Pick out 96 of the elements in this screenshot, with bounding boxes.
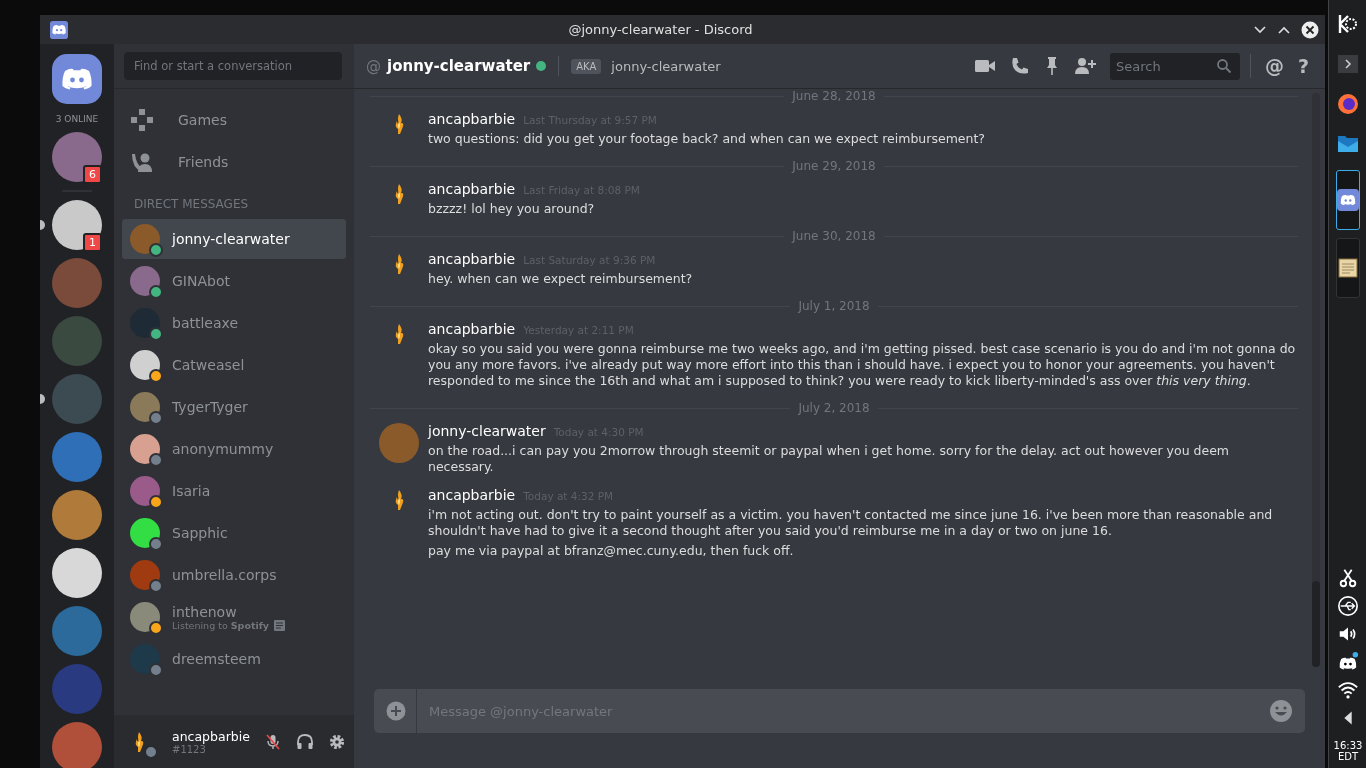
user-avatar <box>130 224 160 254</box>
mention-badge: 6 <box>83 165 102 184</box>
date-divider: July 2, 2018 <box>798 401 870 415</box>
section-heading: DIRECT MESSAGES <box>133 196 250 213</box>
search-field[interactable]: Find or start a conversation <box>124 52 342 80</box>
message-text: i'm not acting out. don't try to paint yourself as a victim. you haven't contacted me since june 16. i've been more than reasonable and shouldn't have had to give it a second thought after you said you'd reimburse me in a day or two on june 16. <box>428 507 1274 539</box>
scissors-icon[interactable] <box>1337 567 1359 589</box>
note-pad-icon[interactable] <box>1336 256 1360 280</box>
close-icon[interactable] <box>1301 20 1319 39</box>
username: ancapbarbie <box>172 728 250 744</box>
mentions-button[interactable]: @ <box>1260 55 1288 77</box>
username: anonymummy <box>172 441 274 457</box>
username: jonny-clearwater <box>172 231 290 247</box>
kde-logo-icon[interactable] <box>1336 12 1360 36</box>
message-author[interactable]: ancapbarbie <box>428 111 516 127</box>
aka-tag: AKA <box>571 58 602 74</box>
message-text: on the road...i can pay you 2morrow through steemit or paypal when i get home. sorry for the delay. act out however you deem necessary. <box>428 443 1231 475</box>
taskbar-item[interactable] <box>1336 238 1360 298</box>
username: inthenow <box>172 603 238 620</box>
dm-item[interactable]: GINAbot <box>122 261 346 301</box>
search-icon <box>1215 58 1232 74</box>
user-avatar <box>130 644 160 674</box>
home-button[interactable] <box>52 54 102 104</box>
message-author[interactable]: ancapbarbie <box>428 181 516 197</box>
window-title: @jonny-clearwater - Discord <box>567 22 754 37</box>
username: battleaxe <box>172 315 238 331</box>
username: dreemsteem <box>172 651 261 667</box>
user-avatar <box>130 518 160 548</box>
dm-item[interactable]: jonny-clearwater <box>122 219 346 259</box>
channel-title: jonny-clearwater <box>387 57 531 75</box>
user-avatar[interactable] <box>52 132 102 182</box>
activity-text: Listening to Spotify <box>172 619 270 631</box>
games-link[interactable]: Games <box>122 99 346 141</box>
user-avatar <box>130 434 160 464</box>
user-avatar <box>130 350 160 380</box>
mention-badge: 1 <box>83 233 102 252</box>
chevron-right-icon[interactable] <box>1336 52 1360 76</box>
add-attachment-icon[interactable] <box>386 701 406 721</box>
username: Catweasel <box>172 357 245 373</box>
add-friend-icon[interactable] <box>1073 56 1096 76</box>
user-alias: jonny-clearwater <box>611 58 721 74</box>
user-tag: #1123 <box>172 743 250 755</box>
username: GINAbot <box>172 273 230 289</box>
username: Isaria <box>172 483 211 499</box>
online-count: 3 ONLINE <box>55 114 99 124</box>
search-field[interactable]: Search <box>1109 52 1240 80</box>
user-avatar <box>130 602 160 632</box>
dm-item[interactable]: Isaria <box>122 471 346 511</box>
username: umbrella.corps <box>172 567 277 583</box>
dm-item[interactable]: Sapphic <box>122 513 346 553</box>
headphones-icon[interactable] <box>295 732 314 751</box>
dm-item[interactable]: inthenow Listening to Spotify <box>122 597 346 637</box>
discord-icon[interactable] <box>1336 188 1360 212</box>
video-camera-icon[interactable] <box>973 58 996 74</box>
message-author[interactable]: ancapbarbie <box>428 251 516 267</box>
dm-item[interactable]: battleaxe <box>122 303 346 343</box>
help-button[interactable]: ? <box>1293 55 1313 77</box>
server-icon[interactable] <box>52 548 102 598</box>
at-symbol: @ <box>366 57 381 75</box>
username: TygerTyger <box>172 399 248 415</box>
taskbar-item[interactable] <box>1336 170 1360 230</box>
user-avatar <box>130 476 160 506</box>
user-avatar <box>130 392 160 422</box>
friends-link[interactable]: Friends <box>122 141 346 183</box>
date-divider: June 28, 2018 <box>792 89 876 103</box>
user-avatar <box>130 308 160 338</box>
message-text: hey. when can we expect reimbursement? <box>428 271 694 287</box>
message-text: pay me via paypal at bfranz@mec.cuny.edu, then fuck off. <box>428 543 795 559</box>
dm-item[interactable]: dreemsteem <box>122 639 346 679</box>
dm-item[interactable]: umbrella.corps <box>122 555 346 595</box>
message-text: okay so you said you were gonna reimburse me two weeks ago, and i'm getting pissed. best case scenario is you do and i'm not gonna do you any more favors. i've already put way more effort into this than i should have. i expect you to honor your agreements. you haven't responded to me since the 16th and what am i supposed to think? you were ready to kick liberty-minded's ass over this very thing. <box>428 341 1297 389</box>
date-divider: July 1, 2018 <box>798 299 870 313</box>
user-avatar <box>130 560 160 590</box>
app-logo-icon <box>50 20 68 39</box>
settings-icon[interactable] <box>327 732 346 751</box>
dm-item[interactable]: anonymummy <box>122 429 346 469</box>
message-author[interactable]: ancapbarbie <box>428 321 516 337</box>
details-icon <box>274 619 286 631</box>
message-author[interactable]: ancapbarbie <box>428 487 516 503</box>
muted-microphone-icon[interactable] <box>263 732 282 751</box>
message-text: two questions: did you get your footage back? and when can we expect reimbursement? <box>428 131 986 147</box>
date-divider: June 29, 2018 <box>792 159 876 173</box>
wifi-icon[interactable] <box>1337 679 1359 701</box>
dm-item[interactable]: Catweasel <box>122 345 346 385</box>
emoji-icon[interactable] <box>1269 699 1293 723</box>
username: Sapphic <box>172 525 228 541</box>
date-divider: June 30, 2018 <box>792 229 876 243</box>
firefox-icon[interactable] <box>1336 92 1360 116</box>
dm-item[interactable]: TygerTyger <box>122 387 346 427</box>
game-controller-icon <box>130 108 154 132</box>
message-text: bzzzz! lol hey you around? <box>428 201 596 217</box>
message-author[interactable]: jonny-clearwater <box>428 423 546 439</box>
clock[interactable]: 16:33 EDT <box>1333 740 1363 768</box>
phone-icon[interactable] <box>1009 56 1030 76</box>
user-avatar <box>130 266 160 296</box>
scrollbar-thumb[interactable] <box>1312 581 1320 667</box>
